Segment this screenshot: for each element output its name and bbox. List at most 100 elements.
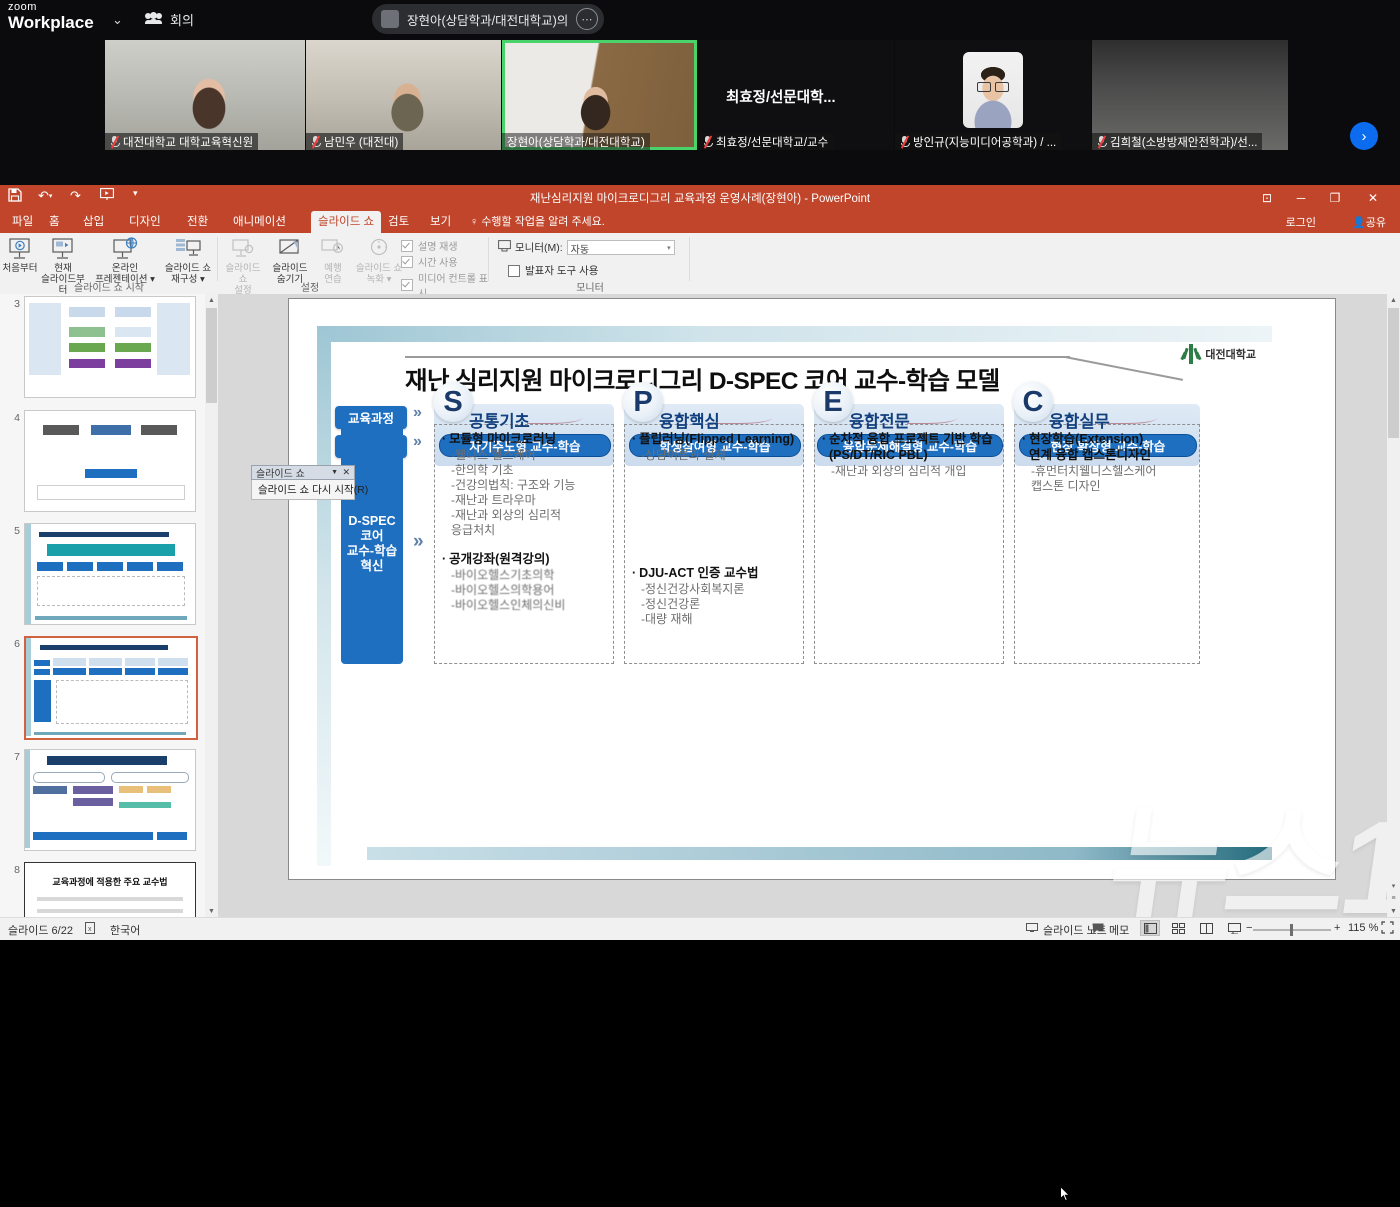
scroll-up-icon[interactable]: ▲ — [205, 294, 218, 307]
tab-home[interactable]: 홈 — [42, 211, 67, 233]
tell-me-box[interactable]: ♀ 수행할 작업을 알려 주세요. — [470, 211, 605, 233]
rehearse-label-1: 예행 — [324, 263, 342, 274]
monitor-icon — [498, 240, 511, 255]
language-indicator[interactable]: 한국어 — [110, 922, 140, 938]
thumbnail-slide-3[interactable] — [24, 296, 196, 398]
slideshow-dropdown-header[interactable]: 슬라이드 쇼 ▼ ✕ — [251, 465, 355, 480]
scrollbar-thumb[interactable] — [1388, 308, 1399, 438]
tab-slideshow[interactable]: 슬라이드 쇼 — [311, 211, 382, 233]
slide-thumbnail-pane[interactable]: 3 4 5 6 7 8 교육과정에 적용한 주요 교수법 — [0, 294, 206, 918]
university-name: 대전대학교 — [1205, 349, 1256, 361]
scroll-up-icon[interactable]: ▲ — [1387, 294, 1400, 307]
tab-insert[interactable]: 삽입 — [76, 211, 111, 233]
share-button[interactable]: 👤공유 — [1352, 214, 1386, 230]
letter-badge-e: E — [813, 382, 853, 422]
thumbnail-scrollbar[interactable]: ▲ ▼ — [205, 294, 219, 918]
zoom-level[interactable]: 115 % — [1348, 922, 1378, 934]
video-tile[interactable]: 최효정/선문대학... 최효정/선문대학교/교수 — [698, 40, 894, 150]
custom-slideshow-button[interactable]: 슬라이드 쇼 재구성 ▾ — [160, 235, 216, 285]
content-column-c: · 현장학습(Extension) 연계 융합 캡스톤디자인 -휴먼터치웰니스헬스… — [1014, 424, 1200, 664]
block-item: -한의학 기초 — [451, 463, 514, 477]
tab-animations[interactable]: 애니메이션 — [226, 211, 293, 233]
group-label-setup: 설정 — [300, 283, 320, 294]
ppt-ribbon: 처음부터 현재 슬라이드부터 온라인 프레젠테이션 ▾ 슬라이드 쇼 재구성 ▾… — [0, 233, 1400, 300]
hide-slide-button[interactable]: 슬라이드 숨기기 — [267, 235, 313, 285]
canvas-scrollbar[interactable]: ▲ ▾ ≡ ▼ — [1387, 294, 1400, 918]
thumbnail-number: 3 — [14, 298, 20, 310]
restore-icon[interactable]: ❐ — [1320, 188, 1350, 208]
close-icon[interactable]: ✕ — [1358, 188, 1388, 208]
comments-button[interactable]: 메모 — [1092, 922, 1129, 938]
from-beginning-button[interactable]: 처음부터 — [0, 235, 43, 274]
mouse-cursor — [1060, 1185, 1071, 1202]
university-logo: 대전대학교 — [1180, 344, 1256, 364]
accessibility-icon[interactable]: x — [85, 922, 97, 935]
tab-design[interactable]: 디자인 — [122, 211, 168, 233]
video-tile[interactable]: 대전대학교 대학교육혁신원 — [105, 40, 305, 150]
meeting-title-pill[interactable]: 장현아(상담학과/대전대학교)의 ⋯ — [372, 4, 605, 34]
sign-in-link[interactable]: 로그인 — [1286, 214, 1316, 230]
zoom-in-button[interactable]: + — [1334, 922, 1340, 934]
screen-bottom-edge — [0, 940, 1400, 955]
use-timings-checkbox[interactable]: 시간 사용 — [401, 254, 458, 269]
tab-view[interactable]: 보기 — [423, 211, 458, 233]
scrollbar-thumb[interactable] — [206, 308, 217, 403]
video-tile[interactable]: 방인규(지능미디어공학과) / ... — [895, 40, 1091, 150]
ribbon-display-options-icon[interactable]: ⊡ — [1252, 188, 1282, 208]
menu-item-restart-slideshow[interactable]: 슬라이드 쇼 다시 시작(R) — [251, 480, 368, 500]
play-narrations-checkbox[interactable]: 설명 재생 — [401, 238, 458, 253]
block-item: -정신건강사회복지론 — [641, 582, 745, 596]
normal-view-button[interactable] — [1140, 920, 1160, 936]
meeting-title-text: 장현아(상담학과/대전대학교)의 — [407, 13, 569, 28]
close-icon[interactable]: ✕ — [342, 467, 350, 478]
fit-to-window-icon[interactable] — [1381, 921, 1394, 934]
monitor-label: 모니터(M): — [515, 242, 563, 254]
thumbnail-number: 7 — [14, 751, 20, 763]
rehearse-timings-button[interactable]: 예행 연습 — [315, 235, 351, 285]
thumbnail-row[interactable]: 4 — [0, 410, 205, 512]
next-slide-icon[interactable]: ≡ — [1387, 892, 1400, 905]
slideshow-view-button[interactable] — [1224, 920, 1244, 936]
block-item: -대량 재해 — [641, 612, 693, 626]
more-options-icon[interactable]: ⋯ — [576, 8, 599, 30]
previous-slide-icon[interactable]: ▾ — [1387, 879, 1400, 892]
zoom-slider-thumb[interactable] — [1290, 924, 1293, 936]
chevron-down-icon[interactable]: ⌄ — [112, 12, 123, 28]
meeting-nav-item[interactable]: 회의 — [145, 10, 194, 29]
record-slideshow-button[interactable]: 슬라이드 쇼 녹화 ▾ — [353, 235, 405, 285]
reading-view-button[interactable] — [1196, 920, 1216, 936]
slideshow-from-current-icon — [40, 235, 86, 261]
minimize-icon[interactable]: ─ — [1286, 188, 1316, 208]
video-tile[interactable]: 김희철(소방방재안전학과)/선... — [1092, 40, 1288, 150]
current-slide[interactable]: 재난 심리지원 마이크로디그리 D-SPEC 코어 교수-학습 모델 대전대학교… — [288, 298, 1336, 880]
thumbnail-slide-4[interactable] — [24, 410, 196, 512]
slide-counter[interactable]: 슬라이드 6/22 — [8, 922, 73, 938]
use-presenter-view-label: 발표자 도구 사용 — [525, 265, 599, 277]
video-tile[interactable]: 남민우 (대전대) — [306, 40, 501, 150]
slideshow-dropdown-menu[interactable]: 슬라이드 쇼 ▼ ✕ 슬라이드 쇼 다시 시작(R) — [251, 465, 368, 500]
use-presenter-view-checkbox[interactable]: 발표자 도구 사용 — [508, 263, 598, 278]
zoom-out-button[interactable]: − — [1246, 922, 1252, 934]
avatar — [963, 52, 1023, 128]
monitor-select[interactable]: 자동 ▾ — [566, 240, 675, 256]
thumbnail-row[interactable]: 6 — [0, 636, 205, 740]
thumbnail-row[interactable]: 5 — [0, 523, 205, 625]
chevron-down-icon[interactable]: ▼ — [331, 469, 338, 476]
slide-canvas-pane[interactable]: 재난 심리지원 마이크로디그리 D-SPEC 코어 교수-학습 모델 대전대학교… — [219, 294, 1400, 1202]
thumbnail-row[interactable]: 3 — [0, 296, 205, 398]
present-online-button[interactable]: 온라인 프레젠테이션 ▾ — [94, 235, 156, 285]
tab-transitions[interactable]: 전환 — [180, 211, 215, 233]
slide-sorter-button[interactable] — [1168, 920, 1188, 936]
tab-file[interactable]: 파일 — [5, 211, 40, 233]
custom-slideshow-label-1: 슬라이드 쇼 — [164, 263, 212, 274]
thumbnail-row[interactable]: 8 교육과정에 적용한 주요 교수법 — [0, 862, 205, 918]
thumbnail-slide-7[interactable] — [24, 749, 196, 851]
thumbnail-slide-6-selected[interactable] — [24, 636, 198, 740]
next-page-arrow-icon[interactable]: › — [1350, 122, 1378, 150]
checkbox-icon — [401, 255, 413, 268]
tab-review[interactable]: 검토 — [381, 211, 416, 233]
thumbnail-slide-5[interactable] — [24, 523, 196, 625]
thumbnail-row[interactable]: 7 — [0, 749, 205, 851]
video-tile-active-speaker[interactable]: 장현아(상담학과/대전대학교) — [502, 40, 697, 150]
thumbnail-slide-8[interactable]: 교육과정에 적용한 주요 교수법 — [24, 862, 196, 918]
